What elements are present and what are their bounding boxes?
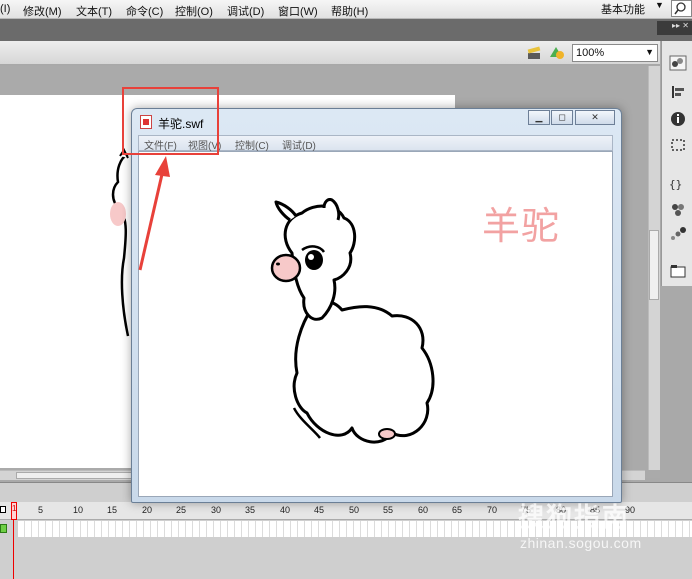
menu-text[interactable]: 文本(T)	[76, 3, 112, 19]
watermark-title: 搜狗指南	[518, 502, 631, 532]
frame-tick-label: 40	[280, 505, 291, 515]
annotation-arrow	[138, 156, 170, 271]
svg-text:{}: {}	[669, 178, 682, 191]
zoom-value: 100%	[576, 47, 605, 59]
right-tools-panel: {}	[661, 41, 692, 286]
search-input[interactable]	[671, 0, 692, 17]
maximize-button[interactable]: ◻	[551, 110, 573, 125]
frame-tick-label: 50	[349, 505, 360, 515]
alpaca-caption: 羊驼	[482, 204, 561, 248]
code-snippets-icon[interactable]: {}	[669, 176, 687, 192]
layer-color-icon[interactable]	[0, 524, 7, 533]
motion-presets-icon[interactable]	[669, 226, 687, 242]
frame-tick-label: 55	[383, 505, 394, 515]
frame-tick-label: 10	[73, 505, 84, 515]
workspace-switcher[interactable]: 基本功能 ▼	[593, 0, 664, 17]
frame-tick-label: 5	[38, 505, 44, 515]
frame-tick-label: 20	[142, 505, 153, 515]
align-icon[interactable]	[669, 84, 687, 100]
frame-tick-label: 45	[314, 505, 325, 515]
zoom-select[interactable]: 100% ▼	[572, 44, 658, 62]
menu-commands[interactable]: 命令(C)	[126, 3, 163, 19]
library-icon[interactable]	[669, 263, 687, 279]
info-icon[interactable]	[669, 111, 687, 127]
annotation-highlight-box	[122, 87, 219, 155]
watermark-url: zhinan.sogou.com	[520, 535, 642, 551]
player-menu-debug[interactable]: 调试(D)	[282, 137, 316, 152]
panel-collapse-control[interactable]: ▸▸ ✕	[657, 21, 692, 35]
playhead[interactable]: 1	[11, 502, 17, 520]
menu-bar: (I) 修改(M) 文本(T) 命令(C) 控制(O) 调试(D) 窗口(W) …	[0, 0, 692, 19]
menu-help[interactable]: 帮助(H)	[331, 3, 368, 19]
layer-outline-icon[interactable]	[0, 506, 6, 513]
color-swatch-icon[interactable]	[669, 55, 687, 71]
edit-symbol-icon[interactable]	[548, 45, 568, 61]
menu-insert[interactable]: (I)	[0, 3, 10, 15]
edit-scene-icon[interactable]	[526, 45, 544, 61]
frame-tick-label: 65	[452, 505, 463, 515]
frame-tick-label: 70	[487, 505, 498, 515]
workspace-label: 基本功能	[601, 4, 645, 16]
panel-header-strip	[0, 19, 692, 41]
menu-control[interactable]: 控制(O)	[175, 3, 213, 19]
frame-tick-label: 35	[245, 505, 256, 515]
current-frame-label: 1	[12, 504, 17, 513]
minimize-button[interactable]: ▁	[528, 110, 550, 125]
menu-modify[interactable]: 修改(M)	[23, 3, 62, 19]
chevron-down-icon: ▼	[655, 0, 664, 10]
menu-window[interactable]: 窗口(W)	[278, 3, 318, 19]
frame-tick-label: 60	[418, 505, 429, 515]
frame-tick-label: 25	[176, 505, 187, 515]
transform-icon[interactable]	[669, 137, 687, 153]
search-icon	[674, 2, 686, 15]
menu-debug[interactable]: 调试(D)	[227, 3, 264, 19]
player-menu-control[interactable]: 控制(C)	[235, 137, 269, 152]
frame-tick-label: 15	[107, 505, 118, 515]
edit-toolbar	[0, 41, 660, 65]
chevron-down-icon: ▼	[645, 47, 654, 57]
close-button[interactable]: ✕	[575, 110, 615, 125]
playhead-line	[13, 520, 14, 579]
vertical-scroll-thumb[interactable]	[649, 230, 659, 300]
alpaca-drawing	[270, 198, 435, 444]
frame-tick-label: 30	[211, 505, 222, 515]
components-icon[interactable]	[669, 201, 687, 217]
